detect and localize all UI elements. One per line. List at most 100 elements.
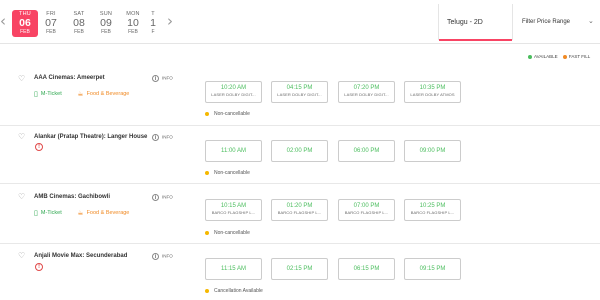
note-dot-icon <box>205 111 209 116</box>
showtime-time: 10:20 AM <box>220 85 247 91</box>
showtime-time: 10:25 PM <box>419 203 446 209</box>
mticket-amenity: ▯ M-Ticket <box>34 90 62 98</box>
cancellation-note-label: Non-cancellable <box>214 170 250 176</box>
info-label: INFO <box>162 253 173 259</box>
showtime-button[interactable]: 06:00 PM <box>338 140 395 162</box>
mobile-icon: ▯ <box>34 90 38 98</box>
date-tab-0[interactable]: THU 06 FEB <box>12 10 38 37</box>
food-amenity: ☕ Food & Beverage <box>77 209 130 217</box>
prev-dates-icon[interactable]: ‹ <box>0 14 6 29</box>
showtime-button[interactable]: 10:35 PM LASER DOLBY ATMOS <box>404 81 461 103</box>
showtime-time: 07:00 PM <box>353 203 380 209</box>
showtime-format: LASER DOLBY DIGIT... <box>344 92 389 97</box>
note-dot-icon <box>205 170 209 175</box>
cancellation-note: Non-cancellable <box>205 111 250 117</box>
legend-available: AVAILABLE <box>528 54 558 59</box>
info-button[interactable]: i INFO <box>152 134 173 141</box>
note-dot-icon <box>205 230 209 235</box>
legend-available-label: AVAILABLE <box>534 54 558 60</box>
heart-icon[interactable]: ♡ <box>18 133 26 141</box>
date-month: FEB <box>20 29 30 35</box>
showtime-button[interactable]: 02:15 PM <box>271 258 328 280</box>
info-icon: i <box>152 75 159 82</box>
showtime-button[interactable]: 09:00 PM <box>404 140 461 162</box>
date-tab-3[interactable]: SUN 09 FEB <box>93 11 119 39</box>
heart-icon[interactable]: ♡ <box>18 252 26 260</box>
info-label: INFO <box>162 75 173 81</box>
showtime-time: 09:00 PM <box>419 148 446 154</box>
showtime-time: 01:20 PM <box>286 203 313 209</box>
date-month: FEB <box>74 29 84 35</box>
cancellation-note-label: Cancellation Available <box>214 288 263 294</box>
date-tab-5[interactable]: T 1 F <box>146 11 160 39</box>
showtime-button[interactable]: 07:00 PM BARCO FLAGSHIP L... <box>338 199 395 221</box>
date-tab-4[interactable]: MON 10 FEB <box>120 11 146 39</box>
showtime-format: BARCO FLAGSHIP L... <box>410 210 455 215</box>
amenities: ▯ M-Ticket ☕ Food & Beverage <box>34 90 129 98</box>
showtime-time: 04:15 PM <box>286 85 313 91</box>
cancellation-note: Cancellation Available <box>205 288 263 294</box>
info-label: INFO <box>162 194 173 200</box>
date-tab-2[interactable]: SAT 08 FEB <box>66 11 92 39</box>
info-button[interactable]: i INFO <box>152 194 173 201</box>
showtime-format: BARCO FLAGSHIP L... <box>344 210 389 215</box>
note-dot-icon <box>205 288 209 293</box>
filter-price-range-dropdown[interactable]: Filter Price Range ⌄ <box>513 4 600 41</box>
legend-fast-fill-label: FAST FILL <box>568 54 591 60</box>
showtime-button[interactable]: 10:15 AM BARCO FLAGSHIP L... <box>205 199 262 221</box>
info-button[interactable]: i INFO <box>152 75 173 82</box>
heart-icon[interactable]: ♡ <box>18 75 26 83</box>
showtime-button[interactable]: 02:00 PM <box>271 140 328 162</box>
cancellation-note: Non-cancellable <box>205 170 250 176</box>
showtime-format: LASER DOLBY DIGIT... <box>211 92 256 97</box>
warning-icon[interactable]: ! <box>35 143 43 151</box>
showtime-button[interactable]: 10:25 PM BARCO FLAGSHIP L... <box>404 199 461 221</box>
legend-fast-fill: FAST FILL <box>562 54 591 60</box>
food-label: Food & Beverage <box>86 91 130 98</box>
date-num: 09 <box>100 17 112 29</box>
date-month: FEB <box>128 29 138 35</box>
date-num: 08 <box>73 17 85 29</box>
fast-fill-dot-icon <box>562 55 567 60</box>
info-button[interactable]: i INFO <box>152 253 173 260</box>
date-num: 07 <box>45 17 57 29</box>
showtime-button[interactable]: 07:20 PM LASER DOLBY DIGIT... <box>338 81 395 103</box>
date-tab-1[interactable]: FRI 07 FEB <box>38 11 64 39</box>
next-dates-icon[interactable]: › <box>167 14 173 29</box>
date-month: FEB <box>101 29 111 35</box>
food-amenity: ☕ Food & Beverage <box>77 90 130 98</box>
cinema-row: ♡ AMB Cinemas: Gachibowli i INFO ▯ M-Ticke… <box>0 184 600 244</box>
showtime-button[interactable]: 11:15 AM <box>205 258 262 280</box>
cinema-name[interactable]: Alankar (Pratap Theatre): Langer House <box>34 134 147 140</box>
showtime-button[interactable]: 09:15 PM <box>404 258 461 280</box>
cinema-name[interactable]: AMB Cinemas: Gachibowli <box>34 194 110 200</box>
showtime-button[interactable]: 01:20 PM BARCO FLAGSHIP L... <box>271 199 328 221</box>
language-format-label: Telugu - 2D <box>447 19 483 26</box>
chevron-down-icon: ⌄ <box>588 17 594 25</box>
cinema-name[interactable]: Anjali Movie Max: Secunderabad <box>34 253 127 259</box>
availability-legend: AVAILABLE FAST FILL <box>528 54 594 62</box>
showtime-format: BARCO FLAGSHIP L... <box>277 210 322 215</box>
cancellation-note-label: Non-cancellable <box>214 230 250 236</box>
info-icon: i <box>152 253 159 260</box>
filter-price-range-label: Filter Price Range <box>522 19 571 25</box>
language-format-selector[interactable]: Telugu - 2D <box>439 4 512 41</box>
showtime-button[interactable]: 11:00 AM <box>205 140 262 162</box>
showtime-format: LASER DOLBY ATMOS <box>410 92 455 97</box>
cinema-row: ♡ AAA Cinemas: Ameerpet i INFO ▯ M-Ticket … <box>0 66 600 126</box>
cinema-row: ♡ Alankar (Pratap Theatre): Langer House… <box>0 126 600 184</box>
showtime-time: 02:00 PM <box>286 148 313 154</box>
mticket-label: M-Ticket <box>40 210 62 217</box>
showtime-button[interactable]: 06:15 PM <box>338 258 395 280</box>
showtime-button[interactable]: 04:15 PM LASER DOLBY DIGIT... <box>271 81 328 103</box>
amenities: ▯ M-Ticket ☕ Food & Beverage <box>34 209 129 217</box>
showtime-time: 07:20 PM <box>353 85 380 91</box>
food-label: Food & Beverage <box>86 210 130 217</box>
heart-icon[interactable]: ♡ <box>18 193 26 201</box>
showtime-format: BARCO FLAGSHIP L... <box>211 210 256 215</box>
warning-icon[interactable]: ! <box>35 263 43 271</box>
cinema-row: ♡ Anjali Movie Max: Secunderabad ! i INFO… <box>0 244 600 300</box>
showtime-time: 06:00 PM <box>353 148 380 154</box>
cinema-name[interactable]: AAA Cinemas: Ameerpet <box>34 75 105 81</box>
showtime-button[interactable]: 10:20 AM LASER DOLBY DIGIT... <box>205 81 262 103</box>
